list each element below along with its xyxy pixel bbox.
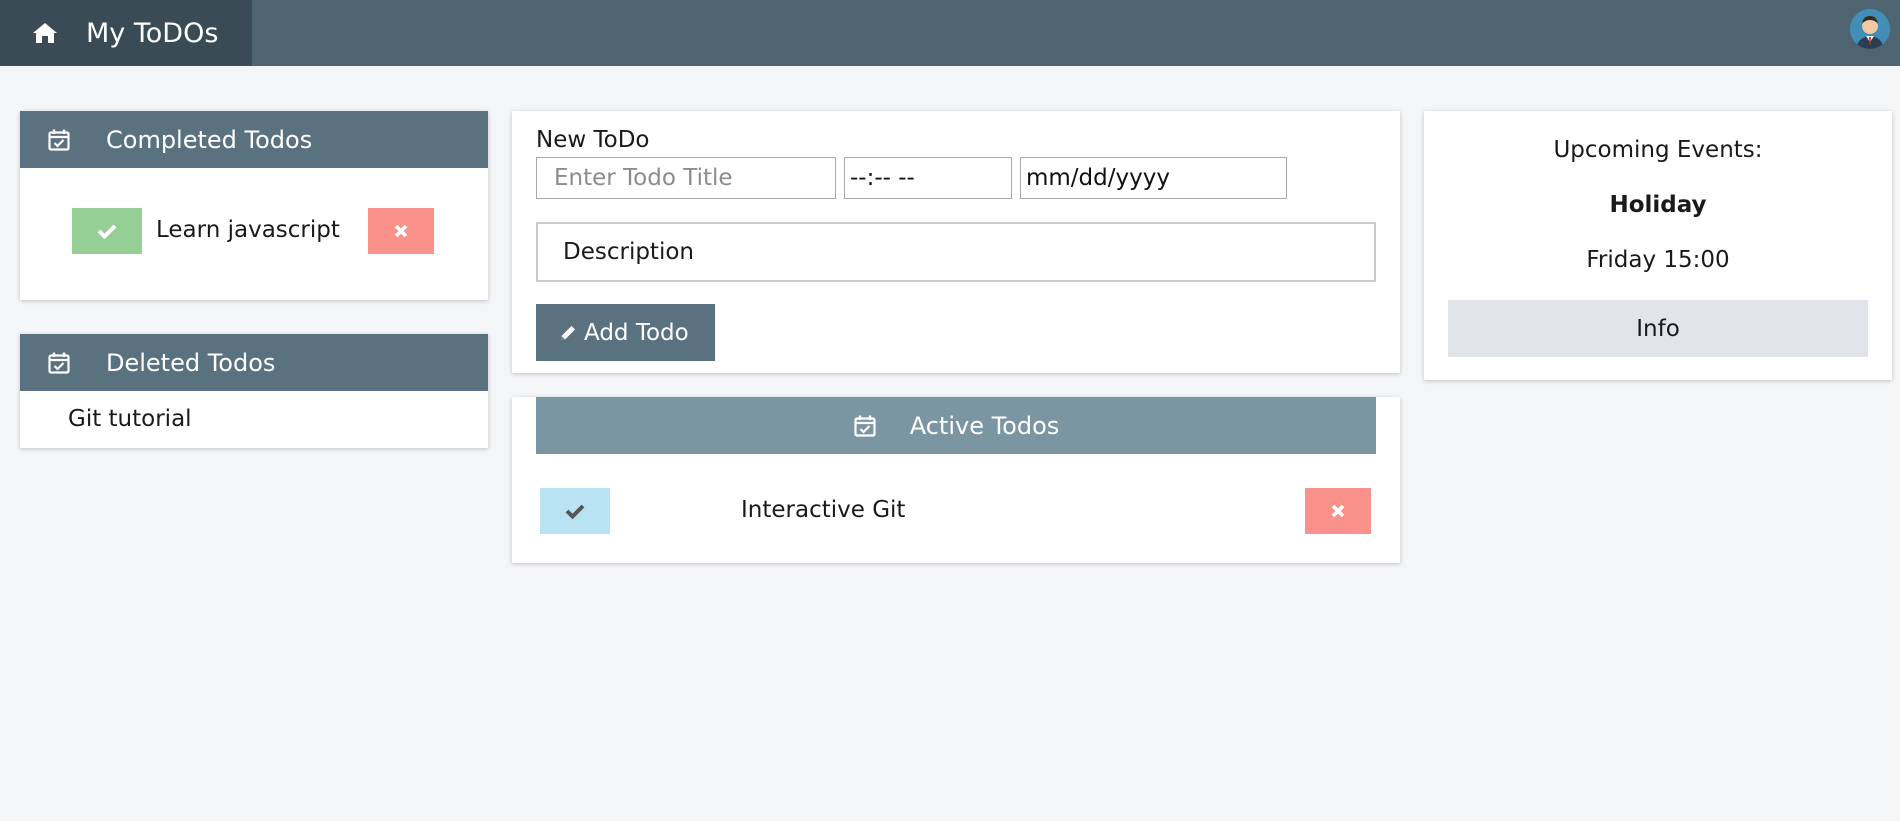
calendar-check-icon — [853, 414, 877, 438]
completed-todos-card: Completed Todos Learn javascript — [20, 111, 488, 300]
app-title: My ToDOs — [86, 17, 219, 49]
deleted-todos-card: Deleted Todos Git tutorial — [20, 334, 488, 448]
active-todo-title: Interactive Git — [741, 497, 906, 523]
add-todo-label: Add Todo — [584, 319, 689, 346]
add-todo-button[interactable]: Add Todo — [536, 304, 715, 361]
todo-description-input[interactable]: Description — [536, 222, 1376, 282]
completed-todos-title: Completed Todos — [106, 125, 313, 154]
home-icon — [32, 20, 58, 46]
active-todos-title: Active Todos — [909, 411, 1060, 440]
close-icon — [394, 224, 408, 238]
delete-button[interactable] — [1305, 488, 1371, 534]
complete-button[interactable] — [540, 488, 610, 534]
top-navbar: My ToDOs — [0, 0, 1900, 66]
event-time: Friday 15:00 — [1586, 247, 1730, 273]
upcoming-events-heading: Upcoming Events: — [1553, 137, 1763, 163]
info-button[interactable]: Info — [1448, 300, 1868, 357]
active-todos-header: Active Todos — [536, 397, 1376, 454]
completed-todo-title: Learn javascript — [156, 217, 340, 243]
deleted-todos-header: Deleted Todos — [20, 334, 488, 391]
calendar-check-icon — [47, 350, 73, 376]
check-icon — [97, 224, 117, 239]
close-icon — [1331, 504, 1345, 518]
complete-button[interactable] — [72, 208, 142, 254]
delete-button[interactable] — [368, 208, 434, 254]
event-name: Holiday — [1609, 192, 1707, 218]
check-icon — [565, 504, 585, 519]
calendar-check-icon — [47, 127, 73, 153]
todo-date-input[interactable]: mm/dd/yyyy — [1020, 157, 1287, 199]
todo-title-input[interactable]: Enter Todo Title — [536, 157, 836, 199]
new-todo-heading: New ToDo — [536, 127, 650, 153]
pencil-icon — [558, 323, 578, 343]
home-button[interactable]: My ToDOs — [0, 0, 252, 66]
deleted-todo-title: Git tutorial — [68, 406, 192, 432]
user-avatar[interactable] — [1850, 9, 1890, 49]
todo-time-input[interactable]: --:-- -- — [844, 157, 1012, 199]
completed-todos-header: Completed Todos — [20, 111, 488, 168]
deleted-todos-title: Deleted Todos — [106, 348, 276, 377]
